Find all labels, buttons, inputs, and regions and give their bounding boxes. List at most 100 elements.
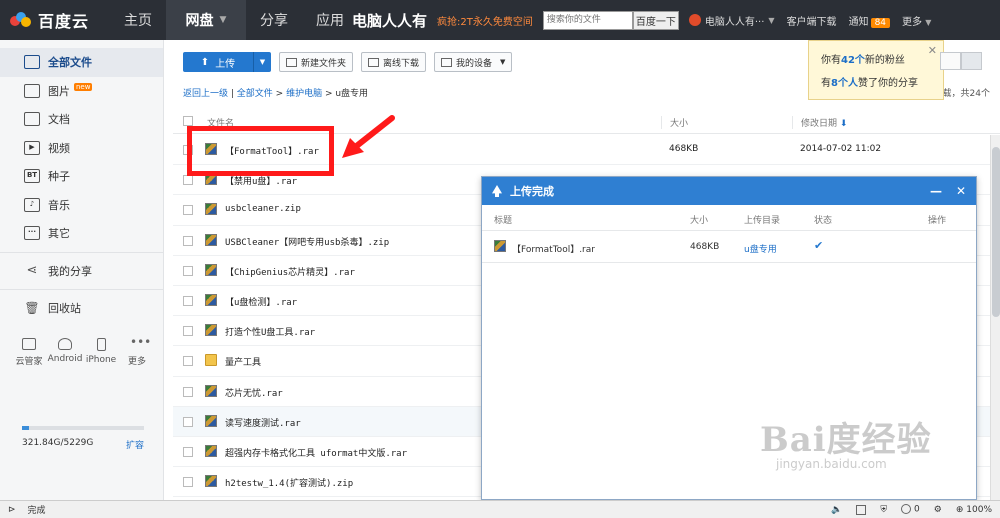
speaker-icon[interactable]: 🔈: [831, 505, 842, 515]
file-name-link[interactable]: USBCleaner【网吧专用usb杀毒】.zip: [225, 235, 389, 248]
nav-netdisk[interactable]: 网盘 ▼: [166, 0, 246, 40]
fans-count[interactable]: 42个: [841, 55, 865, 66]
popover-text: 有: [821, 78, 831, 89]
avatar: [688, 14, 701, 26]
file-name-link[interactable]: 超强内存卡格式化工具 uformat中文版.rar: [225, 446, 407, 459]
device-android[interactable]: Android: [47, 338, 83, 367]
sidebar-item-torrents[interactable]: BT 种子: [0, 162, 163, 191]
sidebar-item-videos[interactable]: ▶ 视频: [0, 134, 163, 163]
sidebar-item-images[interactable]: 图片 new: [0, 77, 163, 106]
client-download-link[interactable]: 客户端下载: [787, 13, 837, 28]
breadcrumb-parent[interactable]: 维护电脑: [286, 89, 322, 99]
expand-storage-link[interactable]: 扩容: [126, 438, 144, 451]
archive-file-icon: [205, 263, 217, 276]
baidu-cloud-logo[interactable]: 百度云: [0, 0, 110, 40]
brand-overlay-text: 电脑人人有: [352, 11, 428, 30]
file-name-link[interactable]: 芯片无忧.rar: [225, 386, 283, 399]
device-more[interactable]: ••• 更多: [122, 336, 152, 367]
status-text: 完成: [27, 506, 46, 516]
shield-icon[interactable]: ⛨: [880, 505, 887, 515]
row-checkbox[interactable]: [183, 326, 193, 337]
zoom-level[interactable]: ⊕ 100%: [956, 505, 992, 515]
logo-text: 百度云: [38, 12, 90, 31]
row-checkbox[interactable]: [183, 235, 193, 246]
my-devices-button[interactable]: 我的设备 ▼: [434, 52, 513, 72]
row-checkbox[interactable]: [183, 446, 193, 457]
close-icon[interactable]: ✕: [956, 184, 966, 198]
upload-label: 上传: [215, 58, 236, 70]
file-name-link[interactable]: 【禁用u盘】.rar: [225, 174, 297, 187]
scrollbar[interactable]: [990, 135, 1000, 500]
file-name-link[interactable]: usbcleaner.zip: [225, 204, 301, 214]
user-menu[interactable]: 电脑人人有··· ▼: [688, 13, 775, 28]
file-name-link[interactable]: 打造个性U盘工具.rar: [225, 325, 315, 338]
storage-bar-fill: [22, 426, 30, 430]
settings-icon[interactable]: ⚙: [934, 505, 942, 515]
dialog-col-size: 大小: [690, 216, 709, 226]
select-all-checkbox[interactable]: [183, 116, 193, 126]
list-view-icon[interactable]: [940, 52, 961, 70]
row-checkbox[interactable]: [183, 205, 193, 216]
archive-file-icon: [205, 324, 217, 337]
row-checkbox[interactable]: [183, 386, 193, 397]
device-iphone[interactable]: iPhone: [86, 338, 116, 367]
likes-count[interactable]: 8个人: [831, 78, 858, 89]
sidebar-item-label: 全部文件: [48, 56, 92, 70]
row-checkbox[interactable]: [183, 265, 193, 276]
file-name-link[interactable]: 读写速度测试.rar: [225, 416, 301, 429]
window-icon[interactable]: [856, 504, 867, 515]
row-checkbox[interactable]: [183, 477, 193, 488]
breadcrumb-back[interactable]: 返回上一级: [183, 89, 228, 99]
error-icon: [901, 504, 912, 515]
file-name-link[interactable]: 【u盘检测】.rar: [225, 295, 297, 308]
sidebar-item-documents[interactable]: 文档: [0, 105, 163, 134]
file-name-link[interactable]: h2testw_1.4(扩容测试).zip: [225, 476, 353, 489]
error-count[interactable]: 0: [901, 504, 920, 515]
device-label: Android: [47, 354, 83, 364]
nav-apps[interactable]: 应用: [302, 0, 348, 40]
upload-dir-link[interactable]: u盘专用: [744, 242, 777, 255]
column-header-size[interactable]: 大小: [661, 116, 688, 129]
date-header-label: 修改日期: [801, 119, 838, 129]
upload-button[interactable]: ⬆ 上传 ▼: [183, 52, 271, 72]
checkmark-icon: ✔: [814, 239, 824, 252]
offline-download-button[interactable]: 离线下载: [361, 52, 427, 72]
device-icon: [441, 57, 453, 67]
column-header-date[interactable]: 修改日期 ⬇: [792, 116, 847, 129]
sidebar-item-my-share[interactable]: ⋖ 我的分享: [0, 257, 163, 286]
chevron-down-icon: ▼: [500, 58, 506, 66]
device-links: 云管家 Android iPhone ••• 更多: [14, 336, 152, 367]
sidebar-item-other[interactable]: ··· 其它: [0, 219, 163, 248]
breadcrumb-all-files[interactable]: 全部文件: [237, 89, 273, 99]
more-dots-icon: ···: [24, 226, 40, 241]
upload-dropdown[interactable]: ▼: [253, 52, 271, 72]
search-box: 百度一下: [542, 10, 679, 30]
row-checkbox[interactable]: [183, 175, 193, 186]
notice-link[interactable]: 通知 84: [849, 13, 891, 28]
sidebar-item-all-files[interactable]: 全部文件: [0, 48, 163, 77]
row-checkbox[interactable]: [183, 356, 193, 367]
new-folder-button[interactable]: 新建文件夹: [279, 52, 354, 72]
nav-home[interactable]: 主页: [110, 0, 166, 40]
document-icon: [24, 112, 40, 127]
scrollbar-thumb[interactable]: [992, 147, 1000, 317]
sidebar-item-music[interactable]: ♪ 音乐: [0, 191, 163, 220]
row-checkbox[interactable]: [183, 295, 193, 306]
device-pc-manager[interactable]: 云管家: [14, 338, 44, 367]
file-name-link[interactable]: 【ChipGenius芯片精灵】.rar: [225, 265, 355, 278]
archive-file-icon: [205, 475, 217, 488]
sidebar-item-trash[interactable]: 🗑 回收站: [0, 294, 163, 323]
grid-view-icon[interactable]: [961, 52, 982, 70]
promo-link[interactable]: 疯抢:2T永久免费空间: [437, 13, 533, 28]
nav-share[interactable]: 分享: [246, 0, 302, 40]
search-button[interactable]: 百度一下: [632, 10, 679, 30]
file-name-link[interactable]: 量产工具: [225, 355, 261, 368]
close-icon[interactable]: ✕: [928, 44, 937, 57]
more-menu[interactable]: 更多 ▼: [902, 13, 931, 28]
row-checkbox[interactable]: [183, 416, 193, 427]
minimize-icon[interactable]: —: [930, 184, 942, 198]
share-icon: ⋖: [26, 263, 38, 279]
offline-download-label: 离线下载: [383, 58, 420, 69]
search-input[interactable]: [542, 10, 633, 30]
dialog-col-title: 标题: [494, 216, 513, 226]
